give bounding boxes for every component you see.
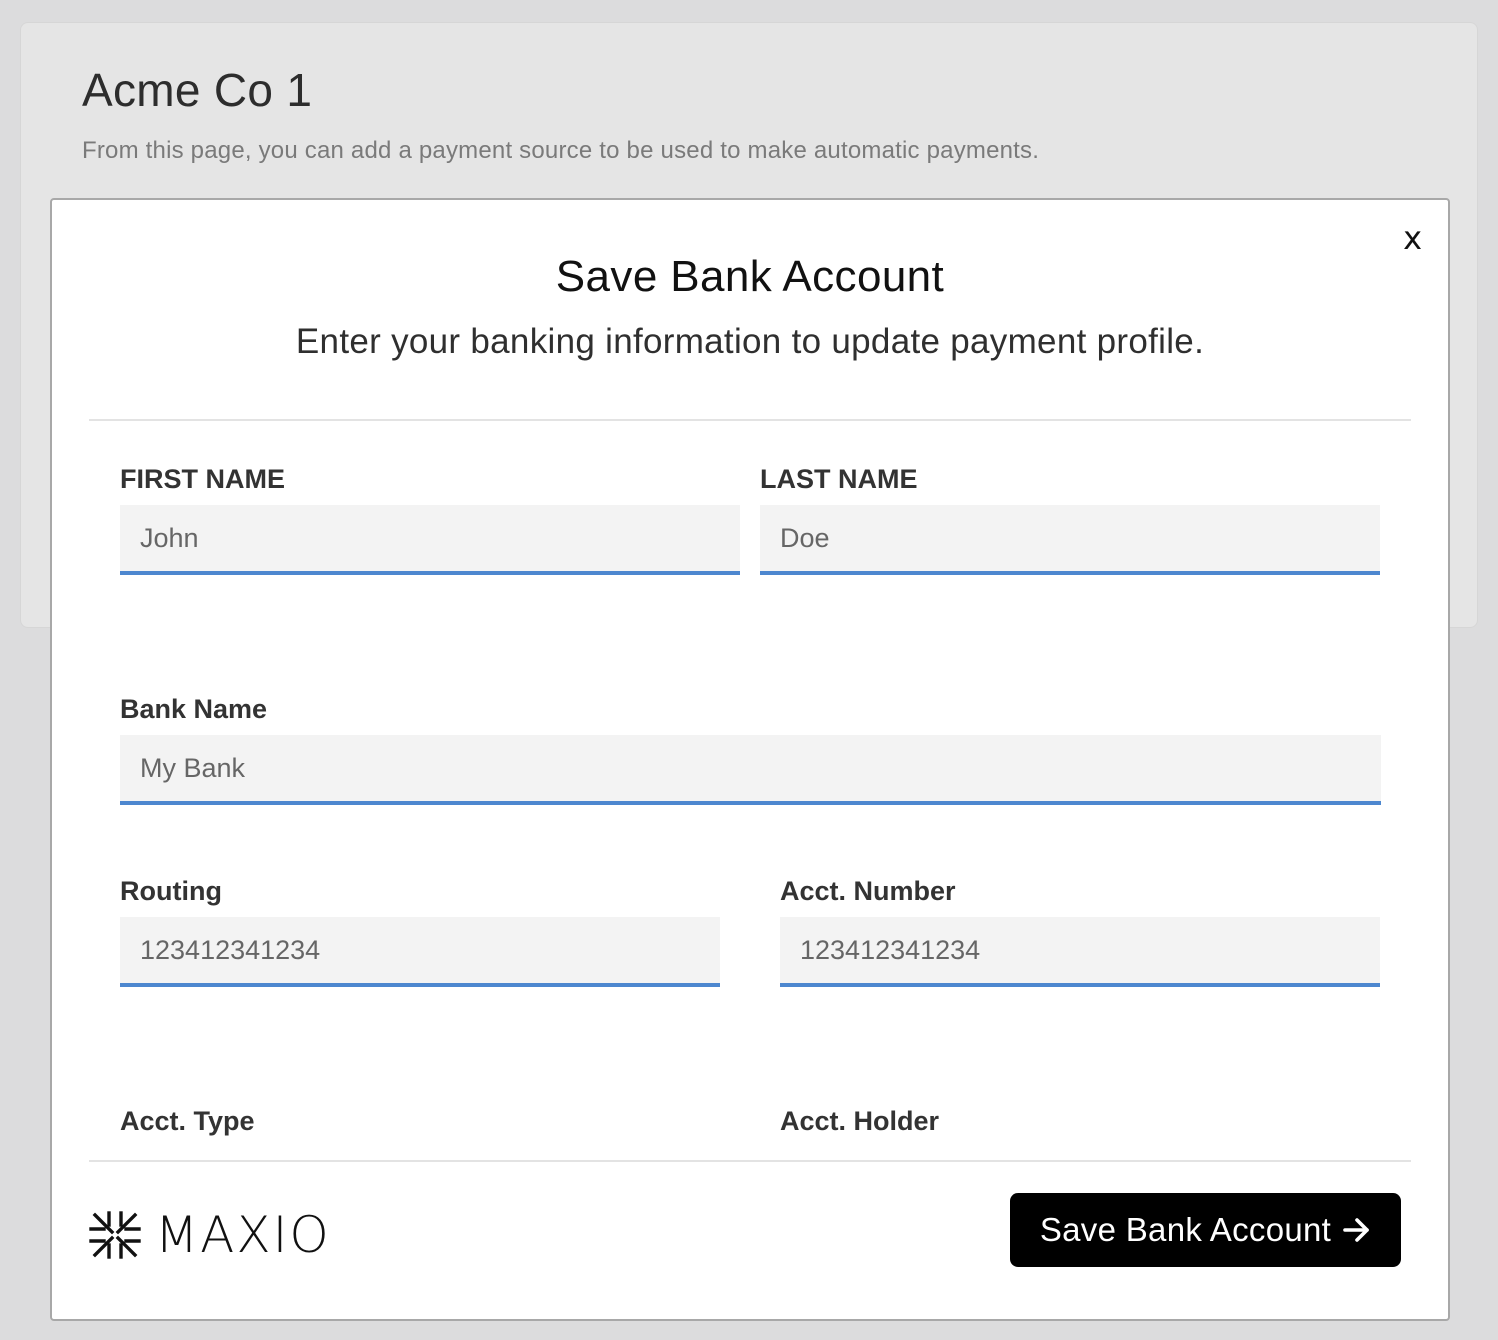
- maxio-logo-text: MAXIO: [155, 1206, 331, 1264]
- save-button-label: Save Bank Account: [1039, 1211, 1332, 1248]
- routing-input[interactable]: [120, 917, 720, 987]
- close-button[interactable]: x: [1403, 222, 1422, 254]
- routing-label: Routing: [120, 876, 222, 906]
- arrow-right-icon: [1343, 1217, 1371, 1243]
- modal-subtitle: Enter your banking information to update…: [295, 322, 1205, 361]
- modal-title: Save Bank Account: [555, 252, 945, 301]
- save-bank-account-button[interactable]: Save Bank Account: [1010, 1193, 1401, 1267]
- last-name-label: LAST NAME: [760, 464, 918, 494]
- maxio-logo: MAXIO: [89, 1206, 331, 1264]
- save-bank-account-modal: x Save Bank Account Enter your banking i…: [50, 198, 1450, 1321]
- bank-name-input[interactable]: [120, 735, 1381, 805]
- maxio-logo-icon: [89, 1210, 141, 1260]
- first-name-label: FIRST NAME: [120, 464, 285, 494]
- first-name-input[interactable]: [120, 505, 740, 575]
- page-description: From this page, you can add a payment so…: [82, 137, 1040, 164]
- header-divider: [89, 419, 1411, 421]
- page-title: Acme Co 1: [82, 64, 313, 116]
- account-number-input[interactable]: [780, 917, 1380, 987]
- footer-divider: [89, 1160, 1411, 1162]
- last-name-input[interactable]: [760, 505, 1380, 575]
- bank-name-label: Bank Name: [120, 694, 268, 724]
- account-type-label: Acct. Type: [120, 1106, 255, 1136]
- account-holder-label: Acct. Holder: [780, 1106, 940, 1136]
- account-number-label: Acct. Number: [780, 876, 956, 906]
